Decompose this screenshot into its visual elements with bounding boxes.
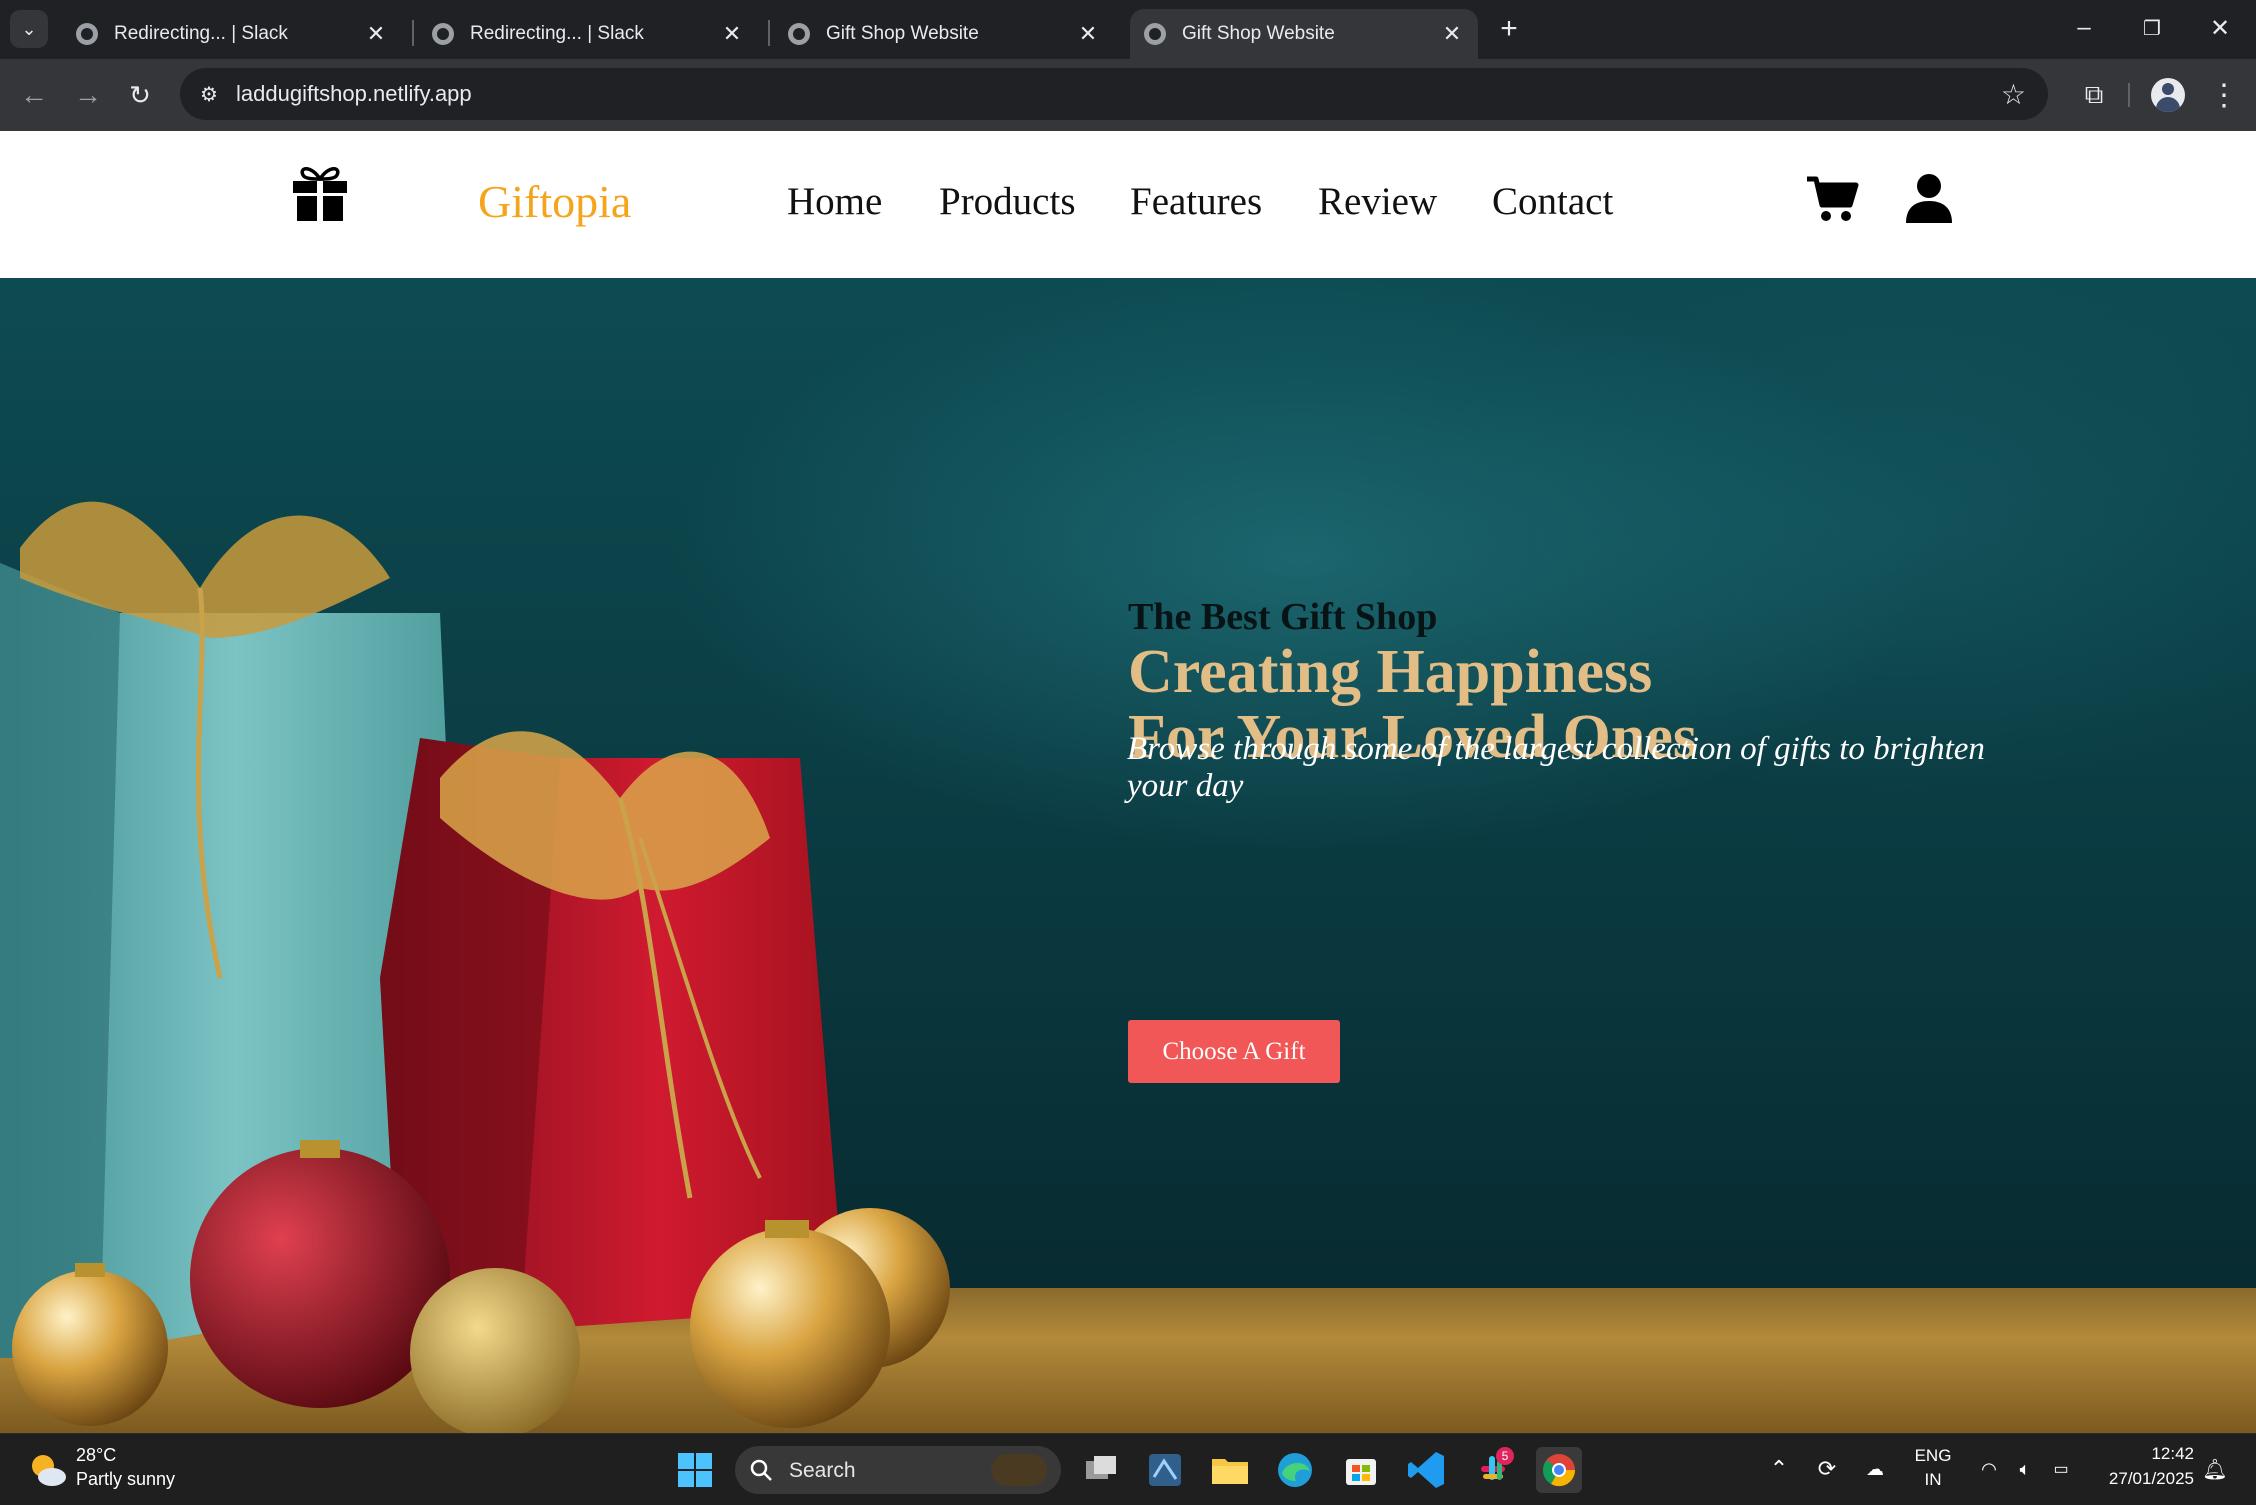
region-indicator[interactable]: IN — [1910, 1470, 1956, 1490]
web-page: Giftopia Home Products Features Review C… — [0, 131, 2256, 1433]
restore-button[interactable]: ❐ — [2122, 6, 2182, 50]
gift-logo-icon[interactable] — [289, 161, 351, 223]
slack-app[interactable]: 5 — [1470, 1447, 1516, 1493]
site-header: Giftopia Home Products Features Review C… — [0, 131, 2256, 278]
more-menu-icon[interactable]: ⋮ — [2206, 75, 2242, 115]
browser-toolbar: ← → ↻ ⚙ laddugiftshop.netlify.app ☆ ⧉ ⋮ — [0, 59, 2256, 131]
tab-divider — [412, 20, 414, 46]
sync-status-icon[interactable]: ⟳ — [1812, 1454, 1842, 1484]
close-tab-icon[interactable]: ✕ — [1438, 21, 1466, 47]
globe-icon — [432, 23, 454, 45]
hero-subtitle: The Best Gift Shop — [1128, 596, 1438, 638]
windows-taskbar: 28°C Partly sunny Search 5 ⌃ ⟳ ☁ ENG IN … — [0, 1433, 2256, 1505]
cart-icon[interactable] — [1805, 171, 1859, 225]
close-tab-icon[interactable]: ✕ — [1074, 21, 1102, 47]
close-window-button[interactable]: ✕ — [2190, 6, 2250, 50]
search-icon — [750, 1459, 772, 1481]
nav-products[interactable]: Products — [939, 179, 1076, 224]
hero-description: Browse through some of the largest colle… — [1127, 731, 1985, 804]
profile-avatar[interactable] — [2151, 78, 2185, 112]
tab-title: Gift Shop Website — [1182, 23, 1335, 44]
taskbar-search[interactable]: Search — [735, 1446, 1061, 1494]
globe-icon — [788, 23, 810, 45]
hero-banner: The Best Gift Shop Creating Happiness Fo… — [0, 278, 2256, 1433]
nav-home[interactable]: Home — [787, 179, 882, 224]
wifi-icon[interactable]: ◠ — [1974, 1454, 2004, 1484]
edge-browser-icon[interactable] — [1272, 1447, 1318, 1493]
microsoft-store-icon[interactable] — [1338, 1447, 1384, 1493]
tab-search-menu-button[interactable]: ⌄ — [10, 10, 48, 48]
show-hidden-icons-chevron[interactable]: ⌃ — [1764, 1454, 1794, 1484]
browser-tab-active[interactable]: Gift Shop Website ✕ — [1130, 9, 1478, 59]
cloud-offline-icon[interactable]: ☁ — [1860, 1454, 1890, 1484]
nav-review[interactable]: Review — [1318, 179, 1437, 224]
clock-date[interactable]: 27/01/2025 — [2094, 1469, 2194, 1489]
vscode-icon[interactable] — [1404, 1447, 1450, 1493]
user-account-icon[interactable] — [1902, 171, 1956, 225]
weather-temperature[interactable]: 28°C — [76, 1445, 116, 1466]
tab-title: Gift Shop Website — [826, 23, 979, 44]
tab-divider — [768, 20, 770, 46]
extensions-icon[interactable]: ⧉ — [2074, 75, 2114, 115]
back-button[interactable]: ← — [14, 75, 54, 115]
chrome-app-active[interactable] — [1536, 1447, 1582, 1493]
toolbar-divider — [2128, 83, 2130, 107]
nav-contact[interactable]: Contact — [1492, 179, 1613, 224]
clock-time[interactable]: 12:42 — [2094, 1444, 2194, 1464]
url-text[interactable]: laddugiftshop.netlify.app — [236, 81, 472, 107]
search-placeholder: Search — [789, 1459, 856, 1482]
volume-icon[interactable]: 🔈︎ — [2010, 1454, 2040, 1484]
notification-bell-icon[interactable]: 🔔︎ — [2200, 1454, 2230, 1484]
file-explorer-icon[interactable] — [1207, 1447, 1253, 1493]
browser-tab[interactable]: Redirecting... | Slack ✕ — [62, 9, 402, 59]
weather-condition[interactable]: Partly sunny — [76, 1469, 175, 1490]
globe-icon — [76, 23, 98, 45]
language-indicator[interactable]: ENG — [1910, 1446, 1956, 1466]
choose-a-gift-button[interactable]: Choose A Gift — [1128, 1020, 1340, 1083]
task-view-icon[interactable] — [1078, 1447, 1124, 1493]
forward-button[interactable]: → — [68, 75, 108, 115]
windows-start-icon[interactable] — [672, 1447, 718, 1493]
browser-tab[interactable]: Gift Shop Website ✕ — [774, 9, 1114, 59]
minimize-button[interactable]: – — [2054, 6, 2114, 50]
close-tab-icon[interactable]: ✕ — [718, 21, 746, 47]
slack-notification-badge: 5 — [1496, 1447, 1514, 1465]
bookmark-star-icon[interactable]: ☆ — [2001, 78, 2026, 111]
new-tab-button[interactable]: + — [1494, 10, 1524, 48]
search-highlight-icon — [991, 1454, 1047, 1486]
close-tab-icon[interactable]: ✕ — [362, 21, 390, 47]
partly-sunny-icon[interactable] — [28, 1452, 68, 1488]
brand-name[interactable]: Giftopia — [478, 175, 631, 228]
tab-title: Redirecting... | Slack — [114, 23, 288, 44]
gift-bags-illustration — [0, 501, 950, 1433]
globe-icon — [1144, 23, 1166, 45]
site-info-icon[interactable]: ⚙ — [196, 81, 222, 107]
reload-button[interactable]: ↻ — [120, 75, 160, 115]
tab-title: Redirecting... | Slack — [470, 23, 644, 44]
database-app-icon[interactable] — [1142, 1447, 1188, 1493]
battery-icon[interactable]: ▭ — [2046, 1454, 2076, 1484]
nav-features[interactable]: Features — [1130, 179, 1262, 224]
hero-headline-line1: Creating Happiness — [1128, 638, 1653, 706]
chrome-icon — [1542, 1454, 1576, 1487]
tab-strip: ⌄ Redirecting... | Slack ✕ Redirecting..… — [0, 0, 2256, 59]
address-bar[interactable]: ⚙ laddugiftshop.netlify.app ☆ — [180, 68, 2048, 120]
browser-tab[interactable]: Redirecting... | Slack ✕ — [418, 9, 758, 59]
